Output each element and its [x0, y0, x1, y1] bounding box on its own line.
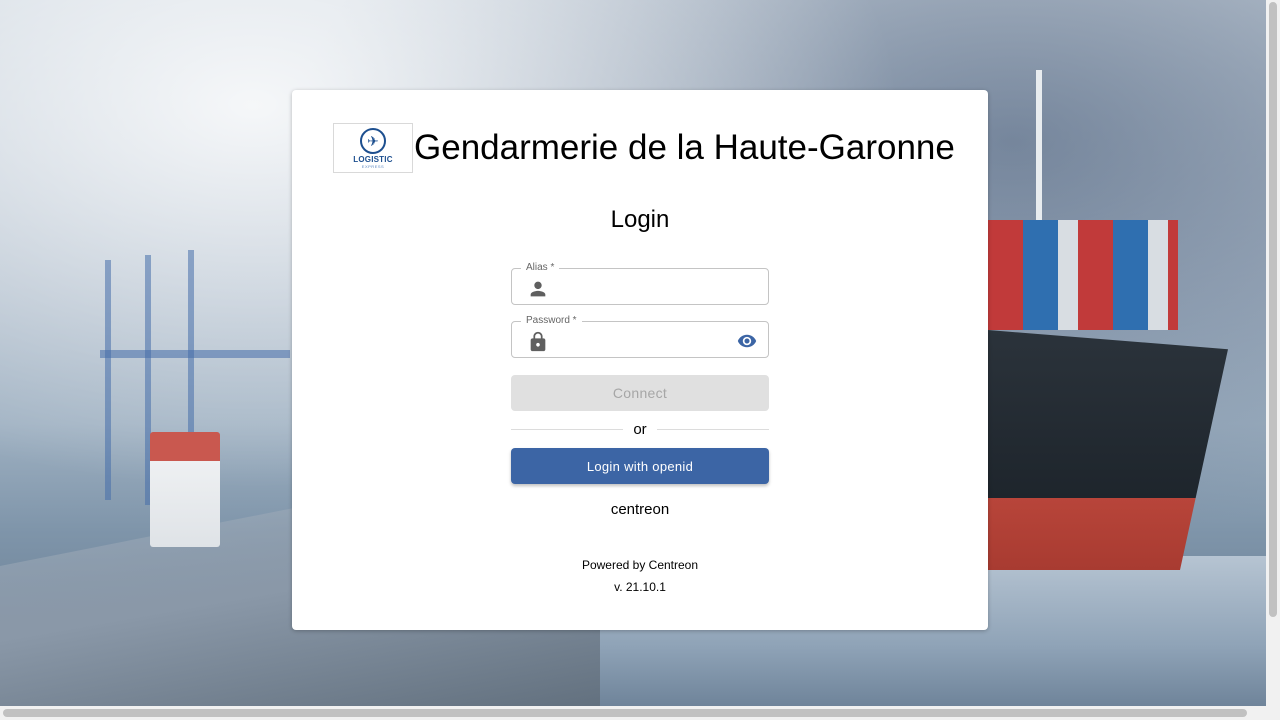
version-text: v. 21.10.1: [614, 580, 666, 594]
login-openid-button[interactable]: Login with openid: [511, 448, 769, 484]
password-field[interactable]: Password *: [511, 315, 769, 358]
logo-subtitle: EXPRESS: [361, 163, 385, 169]
login-header: ✈ LOGISTIC EXPRESS Gendarmerie de la Hau…: [333, 123, 955, 173]
login-title: Login: [610, 206, 670, 233]
containers-shape: [988, 220, 1178, 330]
alias-label: Alias *: [521, 262, 560, 274]
truck-shape: [150, 432, 220, 547]
eye-icon[interactable]: [735, 331, 759, 351]
or-divider: or: [511, 419, 769, 439]
alias-field[interactable]: Alias *: [511, 262, 769, 305]
crane-shape: [105, 260, 111, 500]
crane-shape: [100, 350, 290, 358]
horizontal-scrollbar-thumb[interactable]: [3, 709, 1247, 717]
lock-icon: [530, 331, 546, 352]
compass-icon: ✈: [360, 127, 386, 154]
divider-line-right: [656, 428, 769, 430]
password-label: Password *: [521, 315, 582, 327]
powered-by-text: Powered by Centreon: [581, 558, 699, 572]
divider-text: or: [633, 420, 647, 438]
platform-title: Gendarmerie de la Haute-Garonne: [414, 128, 955, 167]
login-card: ✈ LOGISTIC EXPRESS Gendarmerie de la Hau…: [292, 90, 988, 630]
horizontal-scrollbar[interactable]: [0, 706, 1266, 720]
vertical-scrollbar-thumb[interactable]: [1269, 2, 1277, 617]
logo-name: LOGISTIC: [353, 154, 393, 164]
connect-button[interactable]: Connect: [511, 375, 769, 411]
divider-line-left: [511, 428, 624, 430]
person-icon: [530, 281, 546, 297]
password-input[interactable]: [554, 328, 724, 352]
alias-input[interactable]: [554, 275, 724, 299]
provider-name: centreon: [610, 501, 670, 518]
vertical-scrollbar[interactable]: [1266, 0, 1280, 720]
ship-hull-shape: [988, 330, 1228, 570]
platform-logo: ✈ LOGISTIC EXPRESS: [333, 123, 413, 173]
